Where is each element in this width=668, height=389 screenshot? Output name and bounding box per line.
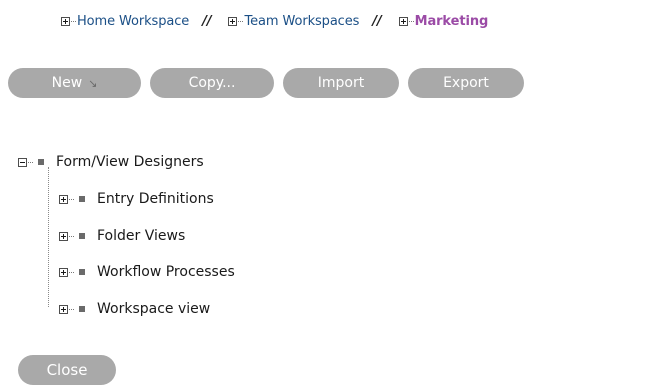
tree-connector bbox=[69, 271, 74, 273]
node-bullet-icon bbox=[79, 196, 85, 202]
expand-plus-icon[interactable] bbox=[59, 304, 68, 314]
expand-plus-icon[interactable] bbox=[228, 17, 238, 26]
breadcrumb-separator: // bbox=[202, 14, 212, 29]
collapse-minus-icon[interactable] bbox=[18, 157, 27, 167]
copy-button-label: Copy... bbox=[188, 75, 236, 91]
arrow-down-right-icon: ↘ bbox=[88, 76, 98, 90]
tree-node-label[interactable]: Workspace view bbox=[97, 301, 210, 317]
tree-connector bbox=[28, 161, 33, 163]
tree-node-label[interactable]: Entry Definitions bbox=[97, 191, 214, 207]
export-button-label: Export bbox=[443, 75, 489, 91]
tree-connector bbox=[71, 21, 76, 22]
tree-vertical-connector bbox=[48, 167, 49, 307]
import-button-label: Import bbox=[317, 75, 365, 91]
expand-plus-icon[interactable] bbox=[59, 194, 68, 204]
breadcrumb-item-home[interactable]: Home Workspace bbox=[61, 14, 189, 29]
tree-node-label[interactable]: Workflow Processes bbox=[97, 264, 235, 280]
tree-node-label[interactable]: Form/View Designers bbox=[56, 154, 204, 170]
breadcrumb-item-team[interactable]: Team Workspaces bbox=[228, 14, 359, 29]
expand-plus-icon[interactable] bbox=[59, 231, 68, 241]
expand-plus-icon[interactable] bbox=[59, 267, 68, 277]
expand-plus-icon[interactable] bbox=[398, 17, 408, 26]
new-button[interactable]: New ↘ bbox=[8, 68, 141, 98]
tree-connector bbox=[69, 308, 74, 310]
tree-connector bbox=[408, 21, 414, 22]
team-workspaces-link[interactable]: Team Workspaces bbox=[244, 14, 359, 29]
close-button[interactable]: Close bbox=[18, 355, 116, 385]
copy-button[interactable]: Copy... bbox=[150, 68, 274, 98]
node-bullet-icon bbox=[79, 233, 85, 239]
tree-node-label[interactable]: Folder Views bbox=[97, 228, 185, 244]
tree-node-workflow-processes[interactable]: Workflow Processes bbox=[59, 264, 235, 280]
tree-connector bbox=[69, 198, 74, 200]
node-bullet-icon bbox=[79, 269, 85, 275]
breadcrumb-item-marketing[interactable]: Marketing bbox=[398, 14, 489, 29]
export-button[interactable]: Export bbox=[408, 68, 524, 98]
new-button-label: New bbox=[51, 75, 83, 91]
import-button[interactable]: Import bbox=[283, 68, 399, 98]
tree-node-folder-views[interactable]: Folder Views bbox=[59, 228, 185, 244]
home-workspace-link[interactable]: Home Workspace bbox=[77, 14, 189, 29]
tree-connector bbox=[238, 21, 244, 22]
breadcrumb: Home Workspace // Team Workspaces // Mar… bbox=[61, 14, 488, 29]
tree-node-entry-definitions[interactable]: Entry Definitions bbox=[59, 191, 214, 207]
toolbar: New ↘ Copy... Import Export bbox=[8, 68, 533, 98]
close-button-label: Close bbox=[46, 361, 88, 379]
node-bullet-icon bbox=[79, 306, 85, 312]
tree-node-root[interactable]: Form/View Designers bbox=[18, 154, 204, 170]
tree-node-workspace-view[interactable]: Workspace view bbox=[59, 301, 210, 317]
tree-connector bbox=[69, 235, 74, 237]
expand-plus-icon[interactable] bbox=[61, 17, 70, 26]
node-bullet-icon bbox=[38, 159, 44, 165]
marketing-current-item[interactable]: Marketing bbox=[415, 14, 489, 29]
breadcrumb-separator: // bbox=[372, 14, 382, 29]
